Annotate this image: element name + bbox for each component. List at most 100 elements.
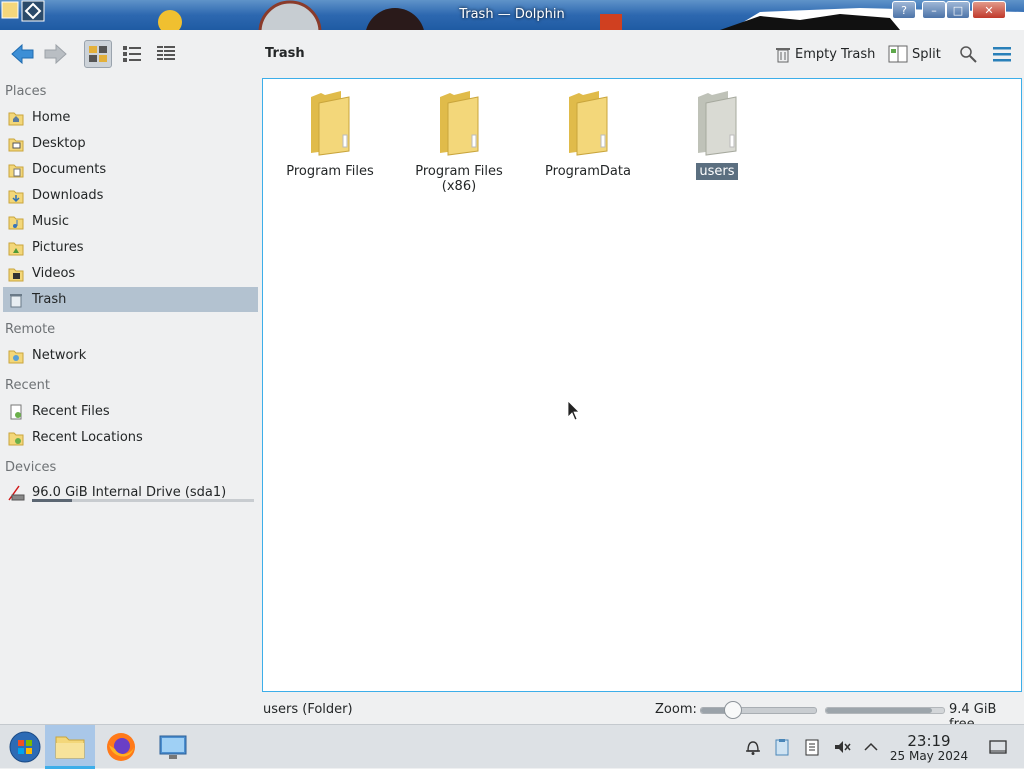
sidebar-item-trash[interactable]: Trash [3, 287, 258, 312]
sidebar-item-recent-files[interactable]: Recent Files [3, 399, 258, 424]
system-settings-icon [159, 735, 187, 759]
forward-button[interactable] [42, 40, 70, 68]
hamburger-menu-button[interactable] [988, 40, 1016, 68]
remote-heading: Remote [5, 322, 56, 337]
compact-view-icon [123, 46, 141, 62]
free-space-fill [826, 708, 933, 713]
sidebar-item-network[interactable]: Network [3, 343, 258, 368]
sidebar-item-pictures[interactable]: Pictures [3, 235, 258, 260]
file-item-users[interactable]: users [653, 87, 781, 180]
free-space-bar [825, 707, 945, 714]
file-item-program-files[interactable]: Program Files [266, 87, 394, 180]
file-item-name: users [696, 163, 738, 180]
forward-arrow-icon [44, 43, 67, 65]
notifications-tray[interactable] [743, 737, 763, 757]
status-text: users (Folder) [263, 702, 353, 717]
start-menu-icon [9, 731, 41, 763]
icons-view-icon [89, 46, 107, 62]
sidebar-item-label: Recent Files [32, 404, 110, 419]
zoom-slider-handle[interactable] [724, 701, 743, 719]
storage-tray[interactable] [802, 737, 822, 757]
show-desktop-icon [989, 740, 1007, 754]
split-button[interactable]: Split [888, 42, 941, 66]
sidebar-item-videos[interactable]: Videos [3, 261, 258, 286]
sidebar-item-recent-locations[interactable]: Recent Locations [3, 425, 258, 450]
search-button[interactable] [954, 40, 982, 68]
task-file-manager[interactable] [45, 725, 95, 769]
split-view-icon [888, 45, 908, 63]
file-item-program-files-x86[interactable]: Program Files (x86) [395, 87, 523, 195]
drive-usage-fill [32, 499, 72, 502]
clock-time[interactable]: 23:19 [890, 732, 968, 750]
hamburger-menu-icon [993, 47, 1011, 62]
recent-heading: Recent [5, 378, 50, 393]
file-item-programdata[interactable]: ProgramData [524, 87, 652, 180]
notifications-icon [746, 741, 760, 755]
expand-tray-button[interactable] [861, 737, 881, 757]
clipboard-icon [775, 739, 789, 756]
maximize-button[interactable]: □ [946, 1, 970, 19]
sidebar-item-label: Network [32, 348, 87, 363]
details-view-button[interactable] [152, 40, 180, 68]
icons-view-button[interactable] [84, 40, 112, 68]
task-firefox[interactable] [96, 725, 146, 769]
documents-folder-icon [7, 161, 25, 179]
sidebar-item-label: Recent Locations [32, 430, 143, 445]
sidebar-item-home[interactable]: Home [3, 105, 258, 130]
empty-trash-label: Empty Trash [795, 46, 876, 62]
sidebar-item-label: Trash [32, 292, 67, 307]
status-bar: users (Folder) Zoom: 9.4 GiB free [0, 694, 1024, 732]
volume-muted-icon [835, 741, 851, 753]
window-titlebar[interactable]: Trash — Dolphin ? – □ ✕ [0, 0, 1024, 30]
chevron-up-icon [864, 742, 878, 751]
toolbar: Trash Empty Trash Split [0, 30, 1024, 78]
sidebar-item-music[interactable]: Music [3, 209, 258, 234]
videos-folder-icon [7, 265, 25, 283]
volume-tray[interactable] [832, 737, 852, 757]
back-arrow-icon [11, 43, 34, 65]
empty-trash-button[interactable]: Empty Trash [775, 42, 875, 66]
task-system-settings[interactable] [148, 725, 198, 769]
split-label: Split [912, 46, 941, 62]
drive-icon [7, 484, 25, 502]
back-button[interactable] [8, 40, 36, 68]
search-icon [960, 46, 977, 63]
details-view-icon [157, 46, 175, 61]
clock-date[interactable]: 25 May 2024 [885, 749, 973, 763]
sidebar-item-label: Documents [32, 162, 107, 177]
sidebar-item-label: Home [32, 110, 71, 125]
compact-view-button[interactable] [118, 40, 146, 68]
downloads-folder-icon [7, 187, 25, 205]
mouse-cursor-icon [567, 400, 580, 421]
show-desktop-button[interactable] [988, 737, 1008, 757]
sidebar-item-label: Music [32, 214, 69, 229]
close-button[interactable]: ✕ [972, 1, 1006, 19]
start-menu-button[interactable] [0, 725, 50, 769]
file-manager-icon [55, 736, 85, 758]
minimize-button[interactable]: – [922, 1, 946, 19]
sidebar-item-documents[interactable]: Documents [3, 157, 258, 182]
clipboard-tray[interactable] [772, 737, 792, 757]
devices-heading: Devices [5, 460, 57, 475]
storage-icon [805, 739, 819, 756]
breadcrumb[interactable]: Trash [265, 46, 305, 61]
places-panel: Places Home Desktop Documents Downloads … [0, 78, 260, 692]
file-item-name: Program Files [286, 164, 374, 179]
help-button[interactable]: ? [892, 1, 916, 19]
file-item-name: Program Files (x86) [415, 164, 503, 194]
zoom-label: Zoom: [655, 702, 697, 717]
pictures-folder-icon [7, 239, 25, 257]
places-heading: Places [5, 84, 47, 99]
network-folder-icon [7, 347, 25, 365]
sidebar-item-downloads[interactable]: Downloads [3, 183, 258, 208]
folder-icon [569, 91, 608, 156]
music-folder-icon [7, 213, 25, 231]
file-view[interactable]: Program Files Program Files (x86) Progra… [262, 78, 1022, 692]
sidebar-item-label: Downloads [32, 188, 104, 203]
window-title: Trash — Dolphin [459, 7, 565, 22]
sidebar-item-desktop[interactable]: Desktop [3, 131, 258, 156]
sidebar-item-label: Videos [32, 266, 76, 281]
trash-icon [7, 291, 25, 309]
folder-icon [698, 91, 737, 156]
zoom-slider[interactable] [700, 701, 817, 719]
